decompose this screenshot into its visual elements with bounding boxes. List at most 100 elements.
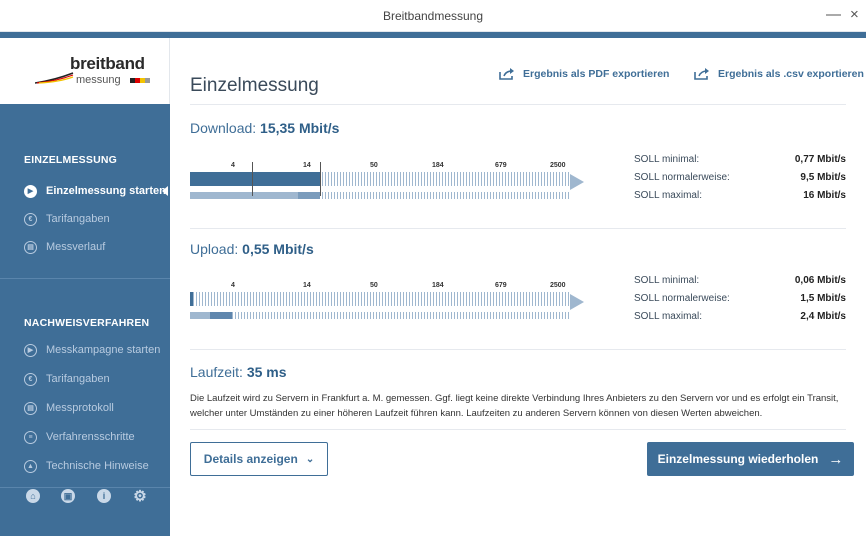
download-scale: 4 14 50 184 679 2500 (190, 162, 584, 210)
close-button[interactable]: × (850, 6, 859, 24)
scale-tick: 14 (303, 282, 311, 289)
divider (190, 104, 846, 105)
sidebar-item-label: Tarifangaben (46, 213, 110, 225)
list-icon: ≡ (24, 430, 37, 444)
download-label: Download: 15,35 Mbit/s (190, 120, 340, 136)
export-pdf-label: Ergebnis als PDF exportieren (523, 68, 670, 80)
upload-soll-table: SOLL minimal: 0,06 Mbit/s SOLL normalerwe… (634, 271, 846, 325)
soll-row: SOLL minimal: 0,06 Mbit/s (634, 274, 846, 286)
scale-arrow (570, 174, 584, 190)
soll-range-fill (190, 312, 210, 319)
soll-range-fill (210, 312, 232, 319)
sidebar-item-label: Messprotokoll (46, 402, 114, 414)
home-icon[interactable]: ⌂ (26, 489, 40, 503)
upload-value: 0,55 Mbit/s (242, 241, 314, 257)
arrow-right-icon: → (828, 450, 844, 468)
history-icon: ▤ (24, 240, 37, 254)
divider (190, 349, 846, 350)
export-icon (499, 68, 514, 80)
scale-tick: 2500 (550, 162, 566, 169)
scale-tick: 679 (495, 282, 507, 289)
divider (190, 228, 846, 229)
laufzeit-value: 35 ms (246, 364, 287, 380)
sidebar-divider (0, 278, 170, 279)
soll-row: SOLL normalerweise: 9,5 Mbit/s (634, 171, 846, 183)
play-icon: ▶ (24, 343, 37, 357)
soll-row: SOLL normalerweise: 1,5 Mbit/s (634, 292, 846, 304)
upload-soll-bar (190, 312, 570, 319)
export-icon (694, 68, 709, 80)
details-button[interactable]: Details anzeigen ⌄ (190, 442, 328, 476)
soll-row: SOLL maximal: 2,4 Mbit/s (634, 310, 846, 322)
scale-tick: 14 (303, 162, 311, 169)
section-title-nachweisverfahren: NACHWEISVERFAHREN (24, 317, 150, 329)
chevron-down-icon: ⌄ (305, 453, 315, 465)
user-euro-icon: € (24, 212, 37, 226)
sidebar-item-label: Verfahrensschritte (46, 431, 135, 443)
logo-brand: breitband (70, 54, 145, 73)
export-pdf-link[interactable]: Ergebnis als PDF exportieren (499, 68, 669, 80)
download-bar-fill (190, 172, 320, 186)
soll-range-fill (190, 192, 298, 199)
divider (190, 429, 846, 430)
window-titlebar: Breitbandmessung — × (0, 0, 866, 32)
scale-tick: 184 (432, 282, 444, 289)
sidebar-item-label: Messkampagne starten (46, 344, 161, 356)
sidebar-item-messprotokoll[interactable]: ▤ Messprotokoll (24, 398, 114, 418)
sidebar-item-technische-hinweise[interactable]: ▲ Technische Hinweise (24, 456, 149, 476)
download-value: 15,35 Mbit/s (260, 120, 340, 136)
scale-tick: 2500 (550, 282, 566, 289)
upload-bar (190, 292, 570, 306)
details-button-label: Details anzeigen (203, 452, 298, 466)
scale-marker (320, 162, 321, 196)
export-csv-link[interactable]: Ergebnis als .csv exportieren (694, 68, 864, 80)
upload-scale: 4 14 50 184 679 2500 (190, 282, 584, 330)
page-title: Einzelmessung (190, 75, 319, 96)
scale-tick: 50 (370, 162, 378, 169)
sidebar-item-label: Technische Hinweise (46, 460, 149, 472)
play-icon: ▶ (24, 184, 37, 198)
document-icon[interactable]: ▣ (61, 489, 75, 503)
user-euro-icon: € (24, 372, 37, 386)
soll-range-fill (298, 192, 320, 199)
sidebar-item-tarifangaben[interactable]: € Tarifangaben (24, 209, 110, 229)
soll-row: SOLL maximal: 16 Mbit/s (634, 189, 846, 201)
scale-arrow (570, 294, 584, 310)
laufzeit-label: Laufzeit: 35 ms (190, 364, 287, 380)
sidebar-item-tarifangaben-2[interactable]: € Tarifangaben (24, 369, 110, 389)
settings-icon[interactable]: ⚙ (133, 488, 147, 505)
scale-tick: 50 (370, 282, 378, 289)
sidebar-item-einzelmessung-starten[interactable]: ▶ Einzelmessung starten (24, 181, 166, 201)
laufzeit-description: Die Laufzeit wird zu Servern in Frankfur… (190, 393, 839, 419)
scale-marker (252, 162, 253, 196)
repeat-measurement-button[interactable]: Einzelmessung wiederholen → (647, 442, 854, 476)
logo: breitband messung (0, 38, 170, 104)
download-bar (190, 172, 570, 186)
sidebar: breitband messung EINZELMESSUNG ▶ Einzel… (0, 38, 170, 536)
scale-tick: 184 (432, 162, 444, 169)
sidebar-item-messverlauf[interactable]: ▤ Messverlauf (24, 237, 105, 257)
sidebar-item-verfahrensschritte[interactable]: ≡ Verfahrensschritte (24, 427, 135, 447)
minimize-button[interactable]: — (826, 6, 841, 24)
logo-sub: messung (76, 74, 121, 86)
download-soll-bar (190, 192, 570, 199)
sidebar-item-label: Einzelmessung starten (46, 185, 166, 197)
sidebar-item-label: Tarifangaben (46, 373, 110, 385)
warning-icon: ▲ (24, 459, 37, 473)
main-content: Einzelmessung Ergebnis als PDF exportier… (170, 38, 866, 536)
download-soll-table: SOLL minimal: 0,77 Mbit/s SOLL normalerwe… (634, 150, 846, 204)
export-csv-label: Ergebnis als .csv exportieren (718, 68, 864, 80)
info-icon[interactable]: i (97, 489, 111, 503)
upload-label: Upload: 0,55 Mbit/s (190, 241, 314, 257)
repeat-button-label: Einzelmessung wiederholen (657, 452, 819, 466)
window-title: Breitbandmessung (382, 9, 484, 23)
upload-bar-fill (190, 292, 193, 306)
sidebar-item-label: Messverlauf (46, 241, 106, 253)
sidebar-item-messkampagne-starten[interactable]: ▶ Messkampagne starten (24, 340, 160, 360)
logo-stripes (130, 78, 150, 83)
logo-swoosh-icon (35, 72, 74, 84)
scale-tick: 4 (231, 282, 235, 289)
scale-tick: 679 (495, 162, 507, 169)
scale-tick: 4 (231, 162, 235, 169)
protocol-icon: ▤ (24, 401, 37, 415)
